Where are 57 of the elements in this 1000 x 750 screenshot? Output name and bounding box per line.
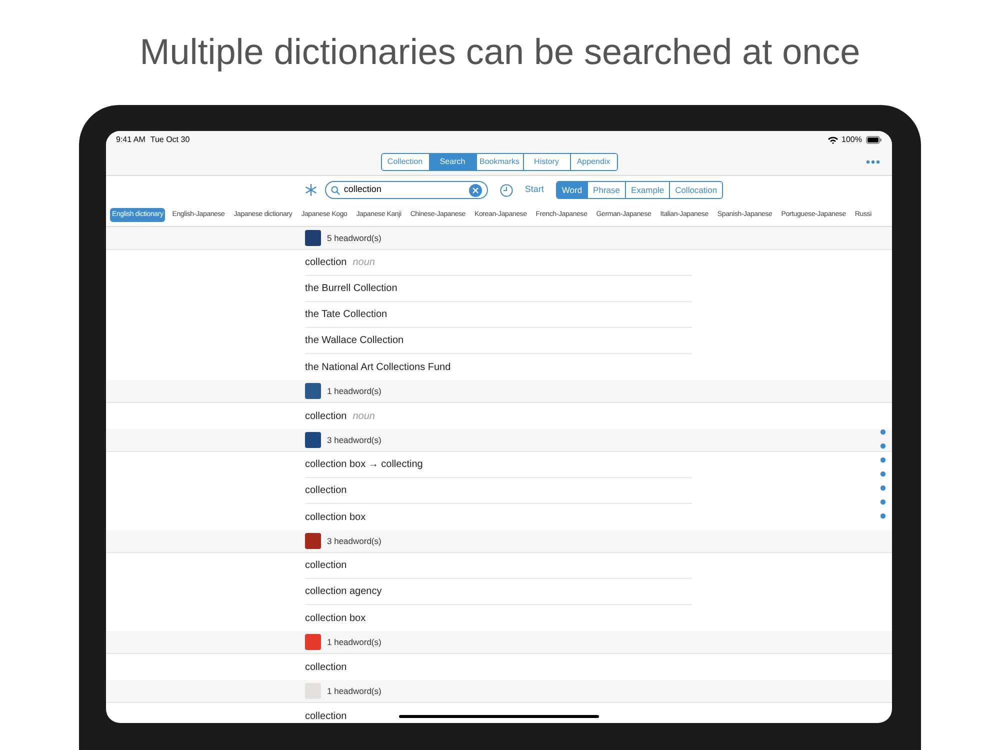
clear-icon[interactable] [468,184,482,196]
tab[interactable]: Search [428,154,476,170]
headword-count: 3 headword(s) [327,534,382,548]
headword-count: 1 headword(s) [327,636,382,648]
result-row[interactable]: collection noun [305,250,692,276]
tab[interactable]: History [522,154,570,170]
asterisk-icon[interactable] [304,184,317,196]
result-row[interactable]: the Burrell Collection [305,276,692,302]
headline: Multiple dictionaries can be searched at once [140,30,860,74]
headword: collection [305,660,347,674]
more-icon[interactable] [866,160,880,164]
tab[interactable]: Bookmarks [476,154,522,170]
headword-count: 1 headword(s) [327,684,382,698]
headword: collection box → collecting [305,458,423,472]
headword: collection box [305,510,366,524]
search-field[interactable]: collection [324,181,488,199]
battery-icon [866,136,882,144]
result-row[interactable]: collection box [305,504,692,530]
result-row[interactable]: collection [305,553,692,579]
headword: collection [305,410,347,424]
result-row[interactable]: the Wallace Collection [305,328,692,354]
headword: collection [305,256,347,270]
result-row[interactable]: collection [305,654,692,680]
result-row[interactable]: the Tate Collection [305,302,692,328]
headword: collection [305,559,347,573]
headword-count: 3 headword(s) [327,434,382,446]
part-of-speech: noun [352,410,375,424]
result-row[interactable]: the National Art Collections Fund [305,354,692,380]
mode-segment[interactable]: Word [556,182,588,198]
result-row[interactable]: collection [305,703,692,723]
start-button[interactable]: Start [520,183,548,197]
tab[interactable]: Collection [382,154,428,170]
headword: the Tate Collection [305,308,388,322]
wifi-icon [828,136,838,144]
headword: collection [305,484,347,498]
mode-segment[interactable]: Collocation [669,182,722,198]
section-index[interactable] [880,429,886,519]
result-row[interactable]: collection [305,478,692,504]
headword: the Wallace Collection [305,334,404,348]
headword: collection [305,710,347,723]
battery-percent: 100% [842,134,862,146]
part-of-speech: noun [352,256,375,270]
tab[interactable]: Appendix [570,154,616,170]
result-row[interactable]: collection noun [305,403,692,429]
status-date: Tue Oct 30 [150,134,190,146]
headword-count: 1 headword(s) [327,384,382,398]
result-row[interactable]: collection box → collecting [305,452,692,478]
headword: the Burrell Collection [305,282,398,296]
headword: collection box [305,612,366,626]
result-row[interactable]: collection box [305,605,692,631]
headword-count: 5 headword(s) [327,232,382,244]
search-icon [330,186,340,194]
clock-icon[interactable] [500,184,513,196]
headword: collection agency [305,585,382,599]
headword: the National Art Collections Fund [305,360,451,374]
status-time: 9:41 AM [116,134,146,146]
result-row[interactable]: collection agency [305,579,692,605]
